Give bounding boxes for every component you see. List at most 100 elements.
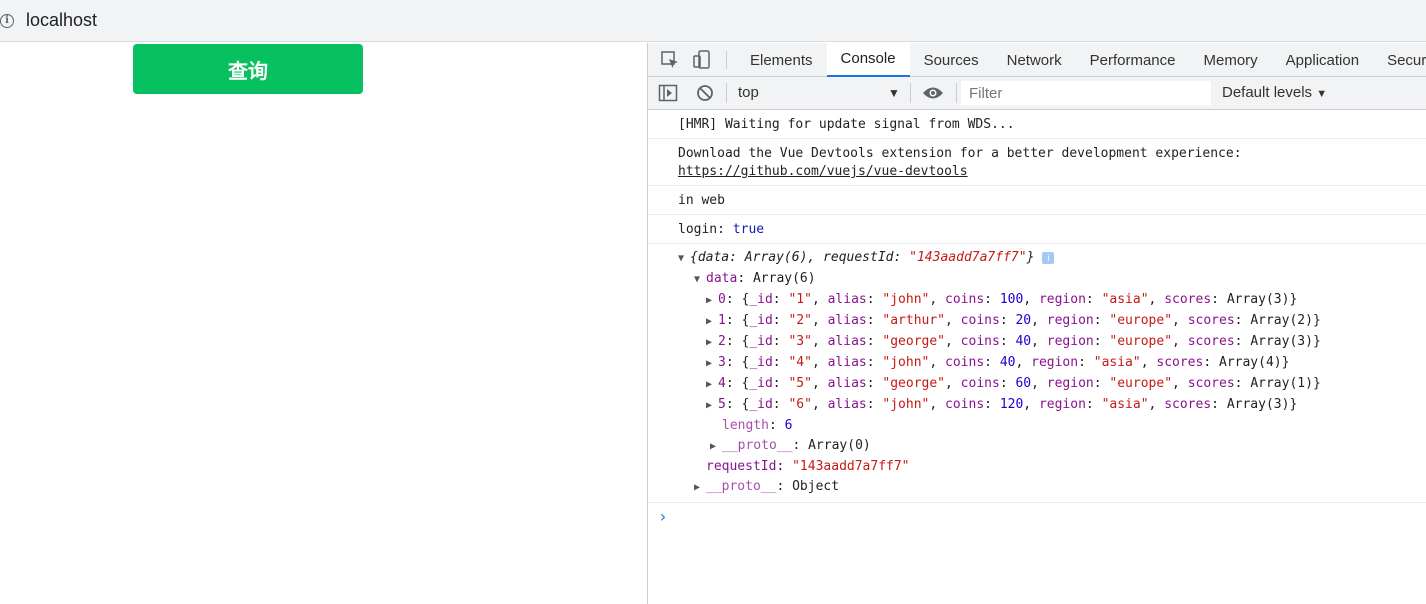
data-array-row[interactable]: ▼ data: Array(6) (694, 269, 1426, 290)
item-alias: "arthur" (882, 313, 946, 328)
tab-application[interactable]: Application (1272, 43, 1373, 77)
item-alias-key: alias (827, 355, 867, 370)
item-alias-key: alias (827, 313, 867, 328)
item-id-key: _id (749, 313, 773, 328)
chevron-down-icon: ▼ (1316, 88, 1328, 100)
tab-memory[interactable]: Memory (1190, 43, 1272, 77)
object-summary-row[interactable]: ▼ {data: Array(6), requestId: "143aadd7a7… (678, 248, 1426, 269)
item-region: "europe" (1109, 334, 1173, 349)
inspect-element-icon[interactable] (660, 50, 680, 70)
item-scores-key: scores (1156, 355, 1204, 370)
tab-network[interactable]: Network (993, 43, 1076, 77)
requestid-row: requestId: "143aadd7a7ff7" (706, 459, 910, 474)
item-scores-key: scores (1187, 334, 1235, 349)
expanded-triangle-icon[interactable]: ▼ (694, 270, 706, 290)
array-item-row[interactable]: ▶ 5: {_id: "6", alias: "john", coins: 120… (706, 395, 1426, 416)
array-item-row[interactable]: ▶ 1: {_id: "2", alias: "arthur", coins: 2… (706, 311, 1426, 332)
console-message-hmr: [HMR] Waiting for update signal from WDS… (648, 110, 1426, 139)
item-id-key: _id (749, 334, 773, 349)
item-region-key: region (1038, 397, 1086, 412)
item-id: "3" (788, 334, 812, 349)
item-coins: 40 (999, 355, 1016, 370)
context-dropdown-icon[interactable]: ▼ (888, 86, 900, 100)
tab-security[interactable]: Secur (1373, 43, 1426, 77)
object-summary-suffix: } (1026, 250, 1035, 265)
console-message-vue: Download the Vue Devtools extension for … (648, 139, 1426, 186)
item-scores-key: scores (1164, 397, 1212, 412)
item-scores-key: scores (1164, 292, 1212, 307)
item-id: "4" (788, 355, 812, 370)
item-coins: 100 (999, 292, 1024, 307)
data-key: data (706, 271, 738, 286)
log-levels-dropdown[interactable]: Default levels ▼ (1222, 84, 1327, 101)
item-coins-key: coins (945, 292, 985, 307)
context-selector[interactable]: top (738, 84, 759, 101)
item-index: 3 (718, 355, 726, 370)
expanded-triangle-icon[interactable]: ▼ (678, 249, 690, 269)
array-item-row[interactable]: ▶ 3: {_id: "4", alias: "john", coins: 40,… (706, 353, 1426, 374)
page-content: 查询 (0, 43, 647, 604)
devtools-panel: Elements Console Sources Network Perform… (647, 43, 1426, 604)
item-alias: "george" (882, 334, 946, 349)
item-region: "asia" (1093, 355, 1141, 370)
collapsed-triangle-icon[interactable]: ▶ (694, 478, 706, 498)
item-coins: 60 (1015, 376, 1032, 391)
address-bar: i localhost (0, 0, 1426, 42)
console-prompt-icon[interactable]: › (648, 503, 1426, 526)
tab-performance[interactable]: Performance (1076, 43, 1190, 77)
item-scores-key: scores (1187, 313, 1235, 328)
item-alias-key: alias (827, 334, 867, 349)
device-toolbar-icon[interactable] (692, 50, 712, 70)
tab-console[interactable]: Console (826, 43, 910, 77)
collapsed-triangle-icon[interactable]: ▶ (706, 333, 718, 353)
collapsed-triangle-icon[interactable]: ▶ (706, 396, 718, 416)
item-region: "europe" (1109, 376, 1173, 391)
object-summary-id: "143aadd7a7ff7" (909, 250, 1027, 265)
item-scores: Array(1) (1250, 376, 1313, 391)
array-item-row[interactable]: ▶ 0: {_id: "1", alias: "john", coins: 100… (706, 290, 1426, 311)
collapsed-triangle-icon[interactable]: ▶ (706, 354, 718, 374)
login-value: true (732, 222, 765, 237)
item-region-key: region (1038, 292, 1086, 307)
requestid-value: "143aadd7a7ff7" (792, 459, 910, 474)
collapsed-triangle-icon[interactable]: ▶ (710, 437, 722, 457)
collapsed-triangle-icon[interactable]: ▶ (706, 291, 718, 311)
object-proto-row[interactable]: ▶ __proto__: Object (694, 477, 1426, 498)
array-item-row[interactable]: ▶ 4: {_id: "5", alias: "george", coins: 6… (706, 374, 1426, 395)
tab-elements[interactable]: Elements (736, 43, 827, 77)
array-item-row[interactable]: ▶ 2: {_id: "3", alias: "george", coins: 4… (706, 332, 1426, 353)
toolbar-divider (910, 83, 911, 103)
tab-sources[interactable]: Sources (910, 43, 993, 77)
clear-console-icon[interactable] (696, 84, 714, 102)
item-region-key: region (1031, 355, 1079, 370)
item-id: "6" (788, 397, 812, 412)
item-id-key: _id (749, 376, 773, 391)
requestid-key: requestId (706, 459, 777, 474)
array-items: ▶ 0: {_id: "1", alias: "john", coins: 100… (678, 290, 1426, 416)
filter-input[interactable] (961, 81, 1211, 105)
tabbar-divider (726, 51, 727, 69)
item-alias: "john" (882, 355, 930, 370)
array-proto-row[interactable]: ▶ __proto__: Array(0) (710, 436, 1426, 457)
url-text[interactable]: localhost (26, 10, 97, 31)
item-id: "1" (788, 292, 812, 307)
info-badge-icon[interactable]: i (1042, 251, 1055, 264)
collapsed-triangle-icon[interactable]: ▶ (706, 312, 718, 332)
vue-devtools-link[interactable]: https://github.com/vuejs/vue-devtools (678, 164, 968, 179)
live-expression-eye-icon[interactable] (922, 85, 944, 101)
length-key: length (722, 418, 769, 433)
item-region: "europe" (1109, 313, 1173, 328)
item-alias-key: alias (827, 376, 867, 391)
item-alias: "john" (882, 292, 930, 307)
array-proto-value: : Array(0) (792, 438, 871, 453)
sidebar-toggle-icon[interactable] (658, 83, 678, 103)
info-icon[interactable]: i (0, 13, 14, 28)
data-value: : Array(6) (737, 271, 816, 286)
query-button[interactable]: 查询 (133, 44, 363, 94)
item-id-key: _id (749, 292, 773, 307)
item-alias-key: alias (827, 397, 867, 412)
length-row: length: 6 (722, 418, 793, 433)
devtools-tabs: Elements Console Sources Network Perform… (736, 43, 1426, 77)
collapsed-triangle-icon[interactable]: ▶ (706, 375, 718, 395)
devtools-tabbar: Elements Console Sources Network Perform… (648, 43, 1426, 77)
